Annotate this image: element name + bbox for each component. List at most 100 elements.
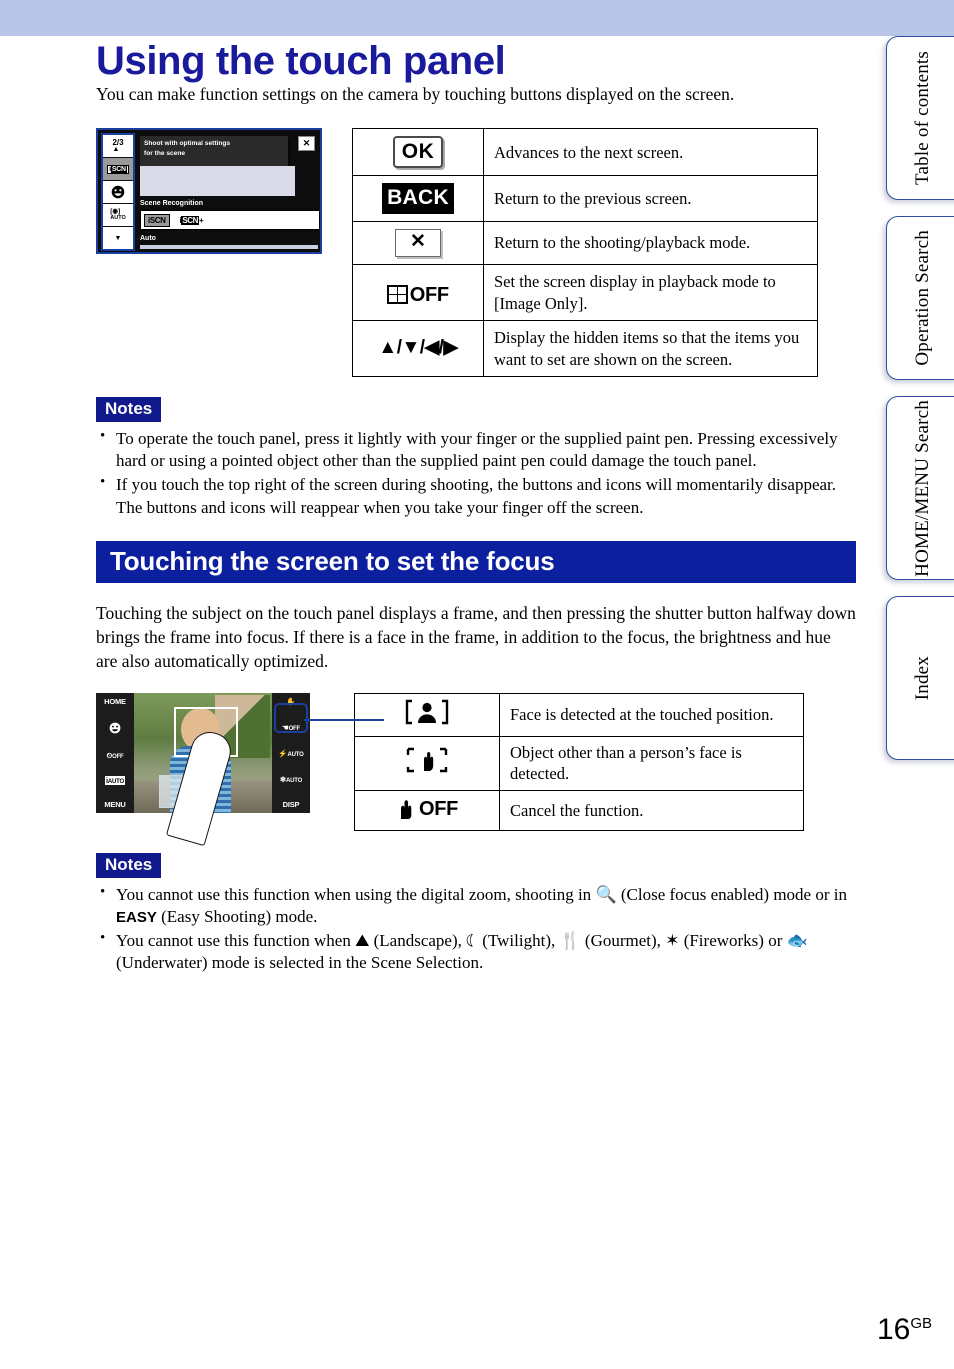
touch-af-off-label: OFF [418, 797, 459, 820]
table-cell-description: Object other than a person’s face is det… [499, 735, 804, 791]
self-timer-icon[interactable]: ⏲OFF [106, 751, 123, 761]
table-row: OK Advances to the next screen. [352, 128, 818, 177]
list-item: You cannot use this function when ⛰ (Lan… [96, 929, 856, 975]
direction-arrows-icon[interactable]: ▲/▼/◀/▶ [352, 320, 484, 378]
touch-buttons-table: OK Advances to the next screen. BACK Ret… [352, 128, 818, 378]
twilight-icon: ☾ [466, 930, 479, 950]
camera-tooltip-line1: Shoot with optimal settings [144, 140, 231, 148]
close-focus-icon: 🔍 [595, 884, 617, 904]
smile-icon[interactable] [103, 181, 133, 205]
table-cell-description: Set the screen display in playback mode … [483, 264, 818, 322]
camera-option-row: iSCN iSCN+ [140, 210, 320, 231]
camera-bottom-bar [140, 245, 318, 250]
grid-glyph [387, 285, 408, 304]
face-detect-icon[interactable] [354, 693, 500, 737]
underwater-icon: 🐟 [786, 930, 808, 950]
photo-screenshot-wrapper: HOME ⏲OFF iAUTO MENU ✋ ☚OFF ⚡AUTO ❄AUTO [96, 693, 384, 847]
list-item: You cannot use this function when using … [96, 883, 856, 929]
list-item: If you touch the top right of the screen… [96, 473, 856, 519]
page-number-suffix: GB [910, 1315, 932, 1332]
note-text: (Landscape), [369, 930, 467, 950]
focus-icons-table: Face is detected at the touched position… [354, 693, 804, 832]
sidebar-item-label: HOME/MENU Search [912, 399, 934, 577]
table-row: ▲/▼/◀/▶ Display the hidden items so that… [352, 320, 818, 378]
menu-button[interactable]: MENU [104, 800, 125, 809]
sidebar-item-home-menu-search[interactable]: HOME/MENU Search [886, 396, 954, 580]
top-decorative-band [0, 0, 954, 36]
table-row: OFF Cancel the function. [354, 789, 804, 832]
notes-block-2: Notes You cannot use this function when … [96, 853, 856, 975]
table-cell-description: Display the hidden items so that the ite… [483, 320, 818, 378]
note-text: (Underwater) mode is selected in the Sce… [116, 953, 484, 973]
table-cell-description: Advances to the next screen. [483, 128, 818, 177]
camera-sidebar-item-focus-auto[interactable]: [◉] AUTO [103, 204, 133, 228]
camera-bottom-label: Auto [140, 235, 156, 243]
note-text: (Easy Shooting) mode. [156, 907, 318, 927]
table-row: Face is detected at the touched position… [354, 693, 804, 737]
camera-tooltip: Shoot with optimal settings for the scen… [140, 136, 288, 167]
callout-highlight-box [274, 703, 308, 734]
camera-section-label: Scene Recognition [140, 200, 204, 208]
camera-live-view-screenshot: HOME ⏲OFF iAUTO MENU ✋ ☚OFF ⚡AUTO ❄AUTO [96, 693, 310, 847]
note-text: You cannot use this function when [116, 930, 356, 950]
notes-block-1: Notes To operate the touch panel, press … [96, 397, 856, 519]
camera-sidebar-item-iscn[interactable]: iSCN [103, 158, 133, 182]
note-text: (Gourmet), [580, 930, 666, 950]
notes-badge: Notes [96, 853, 162, 878]
fireworks-icon: ✶ [665, 930, 680, 950]
flash-auto-icon[interactable]: ⚡AUTO [278, 749, 303, 758]
page-number-value: 16 [876, 1313, 911, 1346]
close-icon[interactable]: ✕ [352, 220, 484, 266]
table-row: BACK Return to the previous screen. [352, 175, 818, 222]
down-arrow-icon[interactable]: ▼ [103, 227, 133, 250]
focus-illustration-row: HOME ⏲OFF iAUTO MENU ✋ ☚OFF ⚡AUTO ❄AUTO [96, 693, 856, 847]
sidebar-item-index[interactable]: Index [886, 596, 954, 760]
landscape-icon: ⛰ [355, 930, 370, 950]
notes-list: To operate the touch panel, press it lig… [96, 427, 856, 519]
document-page: Table of contents Operation Search HOME/… [0, 0, 954, 1369]
camera-sidebar: 2/3▲ iSCN [◉]AUTO ▼ [101, 133, 135, 252]
sidebar-item-label: Operation Search [912, 230, 934, 366]
note-text: (Fireworks) or [679, 930, 787, 950]
ok-icon[interactable]: OK [352, 128, 484, 177]
gourmet-icon: 🍴 [559, 930, 581, 950]
object-detect-icon[interactable] [354, 735, 500, 791]
face-detect-glyph [405, 700, 449, 725]
camera-option-iscn[interactable]: iSCN [144, 213, 170, 227]
camera-left-toolbar: HOME ⏲OFF iAUTO MENU [96, 693, 134, 814]
notes-badge: Notes [96, 397, 162, 422]
page-number: 16GB [877, 1313, 932, 1347]
camera-option-iscn-plus[interactable]: iSCN+ [177, 214, 206, 226]
camera-tooltip-line2: for the scene [144, 149, 186, 157]
scene-mode-icon[interactable]: iAUTO [105, 776, 125, 785]
display-off-label: OFF [409, 283, 449, 306]
camera-close-icon[interactable]: ✕ [298, 136, 315, 152]
table-row: ✕ Return to the shooting/playback mode. [352, 220, 818, 266]
object-detect-glyph [406, 748, 448, 773]
buttons-illustration-row: Shoot with optimal settings for the scen… [96, 128, 856, 378]
macro-auto-icon[interactable]: ❄AUTO [280, 775, 302, 784]
sidebar-item-label: Table of contents [912, 51, 934, 185]
smile-icon[interactable] [109, 722, 121, 736]
home-button[interactable]: HOME [104, 697, 126, 706]
touch-af-off-icon[interactable]: OFF [354, 789, 500, 832]
section-heading: Touching the screen to set the focus [96, 541, 856, 583]
table-cell-description: Return to the previous screen. [483, 175, 818, 222]
page-title: Using the touch panel [96, 39, 506, 83]
back-icon[interactable]: BACK [352, 175, 484, 222]
disp-button[interactable]: DISP [283, 800, 300, 809]
sidebar-item-operation-search[interactable]: Operation Search [886, 216, 954, 380]
camera-preview-panel [140, 166, 295, 197]
table-cell-description: Face is detected at the touched position… [499, 693, 804, 737]
note-text: (Close focus enabled) mode or in [616, 884, 847, 904]
note-text: (Twilight), [478, 930, 560, 950]
sidebar-item-table-of-contents[interactable]: Table of contents [886, 36, 954, 200]
up-arrow-icon[interactable]: ▲ [112, 146, 123, 153]
display-off-icon[interactable]: OFF [352, 264, 484, 322]
intro-paragraph: You can make function settings on the ca… [96, 84, 735, 104]
note-text: You cannot use this function when using … [116, 884, 596, 904]
main-content: Using the touch panel You can make funct… [96, 40, 856, 976]
easy-mode-label: EASY [116, 909, 157, 927]
camera-sidebar-page-indicator[interactable]: 2/3 ▲ [103, 135, 133, 159]
notes-list: You cannot use this function when using … [96, 883, 856, 975]
